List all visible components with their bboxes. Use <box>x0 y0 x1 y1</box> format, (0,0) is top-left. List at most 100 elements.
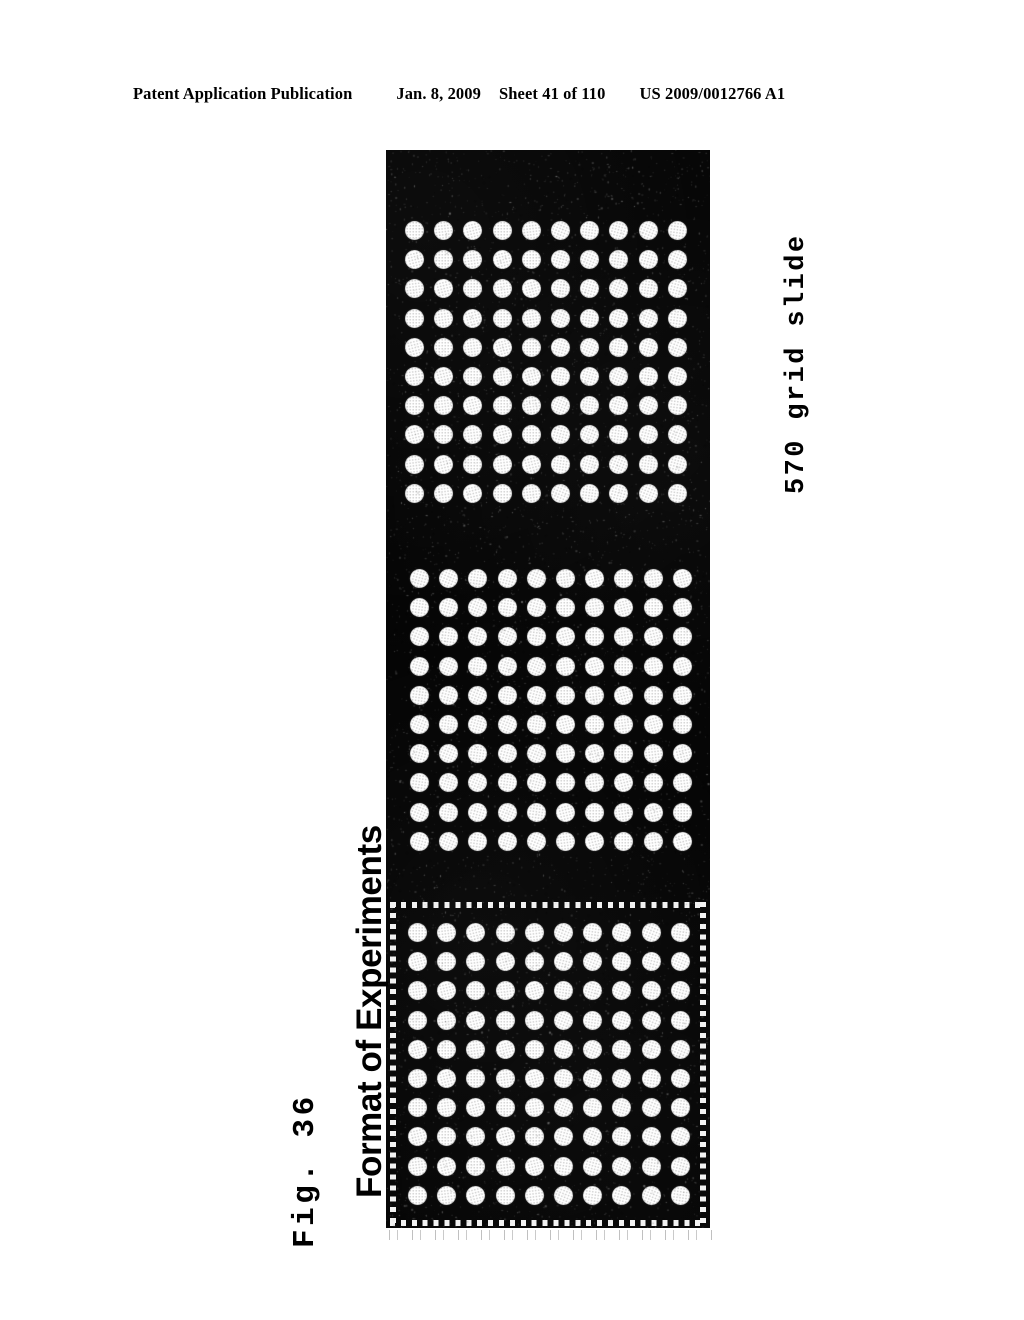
array-spot <box>519 365 543 389</box>
array-spot <box>523 1038 545 1060</box>
array-spot <box>581 1154 605 1178</box>
array-spot <box>407 1155 429 1177</box>
array-spot <box>552 1155 575 1177</box>
array-spot <box>407 799 432 825</box>
array-spot <box>635 305 661 331</box>
array-spot <box>464 1096 488 1120</box>
array-spot <box>436 566 462 591</box>
array-spot <box>433 395 455 417</box>
array-spot <box>462 424 484 446</box>
array-spot <box>613 568 635 590</box>
array-spot <box>549 453 572 475</box>
figure-title: Format of Experiments <box>350 825 389 1198</box>
array-spot <box>436 828 462 854</box>
array-spot <box>578 452 602 476</box>
array-spot <box>407 624 432 650</box>
array-spot <box>465 1155 487 1177</box>
array-spot <box>522 979 546 1003</box>
array-spot <box>552 980 575 1002</box>
array-spot <box>665 277 689 301</box>
array-spot <box>578 307 601 329</box>
array-spot <box>584 801 606 823</box>
microarray-block-middle <box>405 564 697 856</box>
array-spot <box>548 335 573 359</box>
array-spot <box>670 742 694 766</box>
array-spot <box>551 1095 576 1121</box>
array-spot <box>664 422 690 448</box>
array-spot <box>670 829 694 853</box>
array-spot <box>495 566 519 591</box>
array-spot <box>581 979 605 1003</box>
array-spot <box>522 1067 546 1091</box>
array-spot <box>491 482 513 504</box>
array-spot <box>520 220 542 242</box>
array-spot <box>642 743 664 765</box>
array-spot <box>581 1066 605 1091</box>
array-spot <box>608 424 630 446</box>
array-spot <box>438 801 460 823</box>
array-spot <box>670 567 694 591</box>
array-spot <box>606 276 632 302</box>
array-spot <box>577 422 603 448</box>
array-spot <box>640 1155 662 1177</box>
array-spot <box>671 597 693 619</box>
array-spot <box>520 395 542 417</box>
array-spot <box>438 713 460 736</box>
array-spot <box>520 249 542 271</box>
array-spot <box>612 771 636 795</box>
array-spot <box>523 566 549 591</box>
array-spot <box>462 453 484 475</box>
array-spot <box>664 334 690 360</box>
array-spot <box>495 829 519 853</box>
array-spot <box>554 713 578 737</box>
array-spot <box>432 277 456 301</box>
array-spot <box>406 1125 430 1149</box>
array-spot <box>667 1124 693 1150</box>
array-spot <box>493 1125 517 1149</box>
array-spot <box>404 220 426 242</box>
array-spot <box>406 950 430 974</box>
array-spot <box>525 626 548 648</box>
array-spot <box>552 1067 575 1090</box>
array-spot <box>495 742 519 766</box>
array-spot <box>520 424 542 446</box>
array-spot <box>524 596 548 620</box>
array-spot <box>581 1184 604 1207</box>
array-spot <box>583 654 607 678</box>
array-spot <box>642 772 664 794</box>
array-spot <box>642 684 664 706</box>
array-spot <box>433 249 455 271</box>
array-spot <box>408 684 431 707</box>
array-spot <box>403 248 427 272</box>
array-spot <box>671 772 693 794</box>
array-spot <box>584 684 606 706</box>
array-spot <box>407 1184 429 1206</box>
array-spot <box>493 950 517 974</box>
array-spot <box>636 335 660 359</box>
array-spot <box>548 248 573 272</box>
array-spot <box>639 950 663 974</box>
array-spot <box>639 1037 663 1061</box>
array-spot <box>610 1096 634 1120</box>
array-spot <box>494 712 520 737</box>
array-spot <box>671 626 693 648</box>
array-spot <box>667 949 693 975</box>
array-spot <box>407 829 432 853</box>
array-spot <box>666 482 689 505</box>
array-spot <box>611 1038 633 1061</box>
array-spot <box>637 365 659 388</box>
microarray-panel <box>386 150 710 1228</box>
array-spot <box>549 365 572 388</box>
array-spot <box>461 481 485 505</box>
array-spot <box>578 364 602 389</box>
array-spot <box>490 423 514 447</box>
array-spot <box>408 597 431 619</box>
array-spot <box>610 920 634 945</box>
array-spot <box>607 394 631 418</box>
array-spot <box>520 307 542 329</box>
array-spot <box>436 1097 458 1119</box>
array-spot <box>494 922 516 944</box>
array-spot <box>554 568 577 590</box>
array-spot <box>462 336 484 358</box>
array-spot <box>465 980 487 1002</box>
